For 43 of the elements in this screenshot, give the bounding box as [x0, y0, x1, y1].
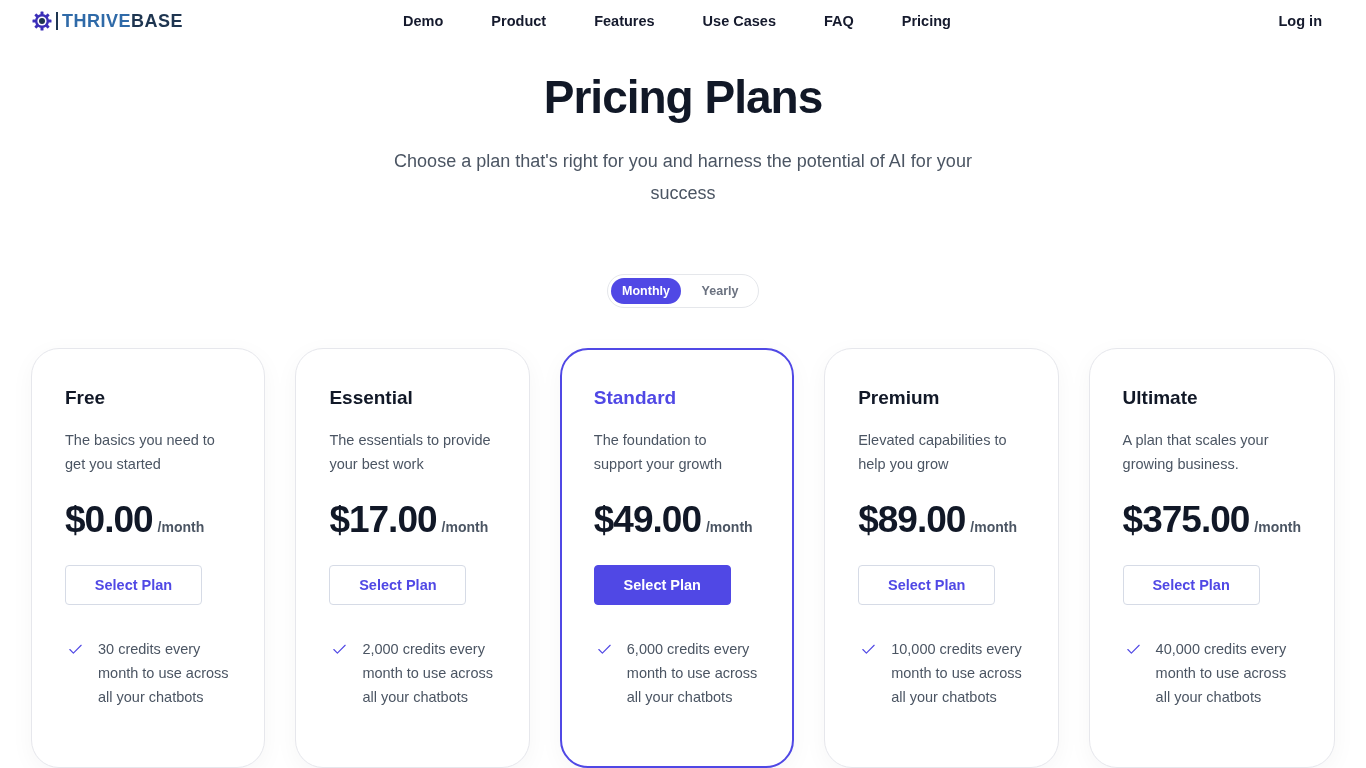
billing-tab[interactable]: Monthly [611, 278, 681, 304]
page-subtitle: Choose a plan that's right for you and harness the potential of AI for your success [393, 150, 973, 205]
nav-link[interactable]: Features [594, 12, 655, 29]
plan-name: Essential [329, 386, 413, 410]
select-plan-button[interactable]: Select Plan [858, 565, 996, 605]
billing-tab[interactable]: Yearly [685, 278, 755, 304]
plan-description: A plan that scales your growing business. [1122, 431, 1270, 474]
plan-description: The essentials to provide your best work [329, 431, 492, 474]
plan-name: Premium [858, 386, 940, 410]
plan-name: Standard [593, 386, 677, 410]
gear-logo-icon [32, 10, 52, 31]
plan-description: The foundation to support your growth [593, 431, 723, 474]
plan-price: $375.00 [1122, 498, 1250, 542]
login-link[interactable]: Log in [1278, 12, 1322, 29]
nav-link[interactable]: FAQ [823, 12, 854, 29]
plan-feature: 10,000 credits every month to use across all your chatbots [891, 640, 1023, 707]
plan-description: Elevated capabilities to help you grow [858, 431, 1008, 474]
select-plan-button[interactable]: Select Plan [329, 565, 467, 605]
nav-link[interactable]: Use Cases [702, 12, 776, 29]
price-period: /month [1254, 519, 1301, 535]
plan-feature: 40,000 credits every month to use across all your chatbots [1155, 640, 1288, 707]
plan-feature: 30 credits every month to use across all your chatbots [98, 640, 230, 707]
plan-price: $0.00 [65, 498, 153, 542]
plan-price: $89.00 [858, 498, 966, 542]
plan-name: Ultimate [1122, 386, 1198, 410]
plan-description: The basics you need to get you started [65, 431, 216, 474]
plan-feature: 2,000 credits every month to use across all your chatbots [362, 640, 494, 707]
select-plan-button[interactable]: Select Plan [1122, 565, 1260, 605]
plan-name: Free [65, 386, 106, 410]
plan-price: $49.00 [593, 498, 701, 542]
select-plan-button[interactable]: Select Plan [65, 565, 202, 605]
plan-price: $17.00 [329, 498, 437, 542]
select-plan-button[interactable]: Select Plan [593, 565, 731, 605]
nav-link[interactable]: Demo [403, 12, 444, 29]
plan-feature: 6,000 credits every month to use across all your chatbots [626, 640, 759, 707]
nav-link[interactable]: Pricing [901, 12, 951, 29]
logo-wordmark: THRIVEBASE [56, 11, 184, 30]
price-period: /month [157, 519, 205, 535]
price-period: /month [441, 519, 489, 535]
price-period: /month [705, 519, 753, 535]
nav-link[interactable]: Product [491, 12, 547, 29]
price-period: /month [970, 519, 1017, 535]
page-title: Pricing Plans [543, 70, 823, 125]
